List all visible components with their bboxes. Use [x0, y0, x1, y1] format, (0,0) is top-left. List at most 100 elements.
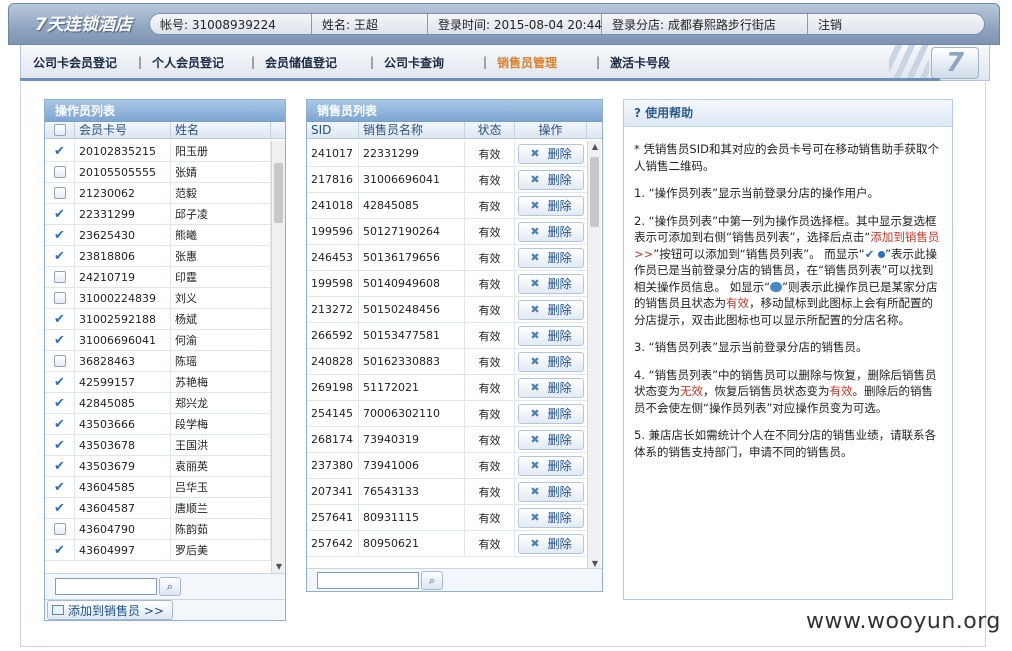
- sales-status: 有效: [465, 453, 515, 478]
- scroll-thumb[interactable]: [274, 163, 283, 223]
- sales-scrollbar[interactable]: ▲ ▼: [587, 141, 601, 570]
- operator-row[interactable]: ✔ 20102835215 阳玉册: [45, 141, 271, 162]
- delete-icon: ✖: [530, 485, 540, 498]
- operator-name: 刘义: [171, 288, 271, 308]
- scroll-up-icon[interactable]: ▲: [588, 141, 602, 153]
- operator-row[interactable]: ✔ 43503679 袁丽英: [45, 456, 271, 477]
- is-sales-check-icon: ✔: [45, 477, 75, 497]
- delete-button[interactable]: ✖ 删除: [518, 195, 584, 216]
- delete-button[interactable]: ✖ 删除: [518, 143, 584, 164]
- operator-name: 阳玉册: [171, 141, 271, 161]
- scroll-thumb[interactable]: [590, 157, 599, 227]
- delete-button[interactable]: ✖ 删除: [518, 299, 584, 320]
- operator-row[interactable]: ✔ 43503666 段学梅: [45, 414, 271, 435]
- logout-link[interactable]: 注销: [808, 14, 978, 34]
- operator-name: 苏艳梅: [171, 372, 271, 392]
- sales-search-button[interactable]: ⌕: [421, 571, 443, 590]
- operator-row[interactable]: 24210719 印霆: [45, 267, 271, 288]
- operator-row[interactable]: ✔ 42845085 郑兴龙: [45, 393, 271, 414]
- operator-name: 熊曦: [171, 225, 271, 245]
- sales-sid: 213272: [307, 297, 359, 322]
- operator-card-number: 21230062: [75, 183, 171, 203]
- operator-row[interactable]: 43604790 陈韵茹: [45, 519, 271, 540]
- nav-item-3[interactable]: 公司卡查询: [384, 54, 444, 71]
- sales-sid: 241018: [307, 193, 359, 218]
- sales-list-panel: 销售员列表 SID 销售员名称 状态 操作 241017 22331299 有效 ✖ 删…: [306, 99, 603, 592]
- delete-label: 删除: [547, 381, 572, 395]
- operator-card-number: 31000224839: [75, 288, 171, 308]
- operator-row[interactable]: 21230062 范毅: [45, 183, 271, 204]
- operator-select-checkbox[interactable]: [45, 267, 75, 287]
- operator-name: 郑兴龙: [171, 393, 271, 413]
- operator-select-checkbox[interactable]: [45, 288, 75, 308]
- nav-item-0[interactable]: 公司卡会员登记: [33, 54, 117, 71]
- operator-select-checkbox[interactable]: [45, 162, 75, 182]
- sales-name: 70006302110: [359, 401, 465, 426]
- operator-select-checkbox[interactable]: [45, 351, 75, 371]
- delete-button[interactable]: ✖ 删除: [518, 351, 584, 372]
- is-sales-check-icon: ✔: [45, 414, 75, 434]
- delete-button[interactable]: ✖ 删除: [518, 377, 584, 398]
- account-info: 帐号: 31008939224: [150, 14, 312, 34]
- operator-row[interactable]: ✔ 43503678 王国洪: [45, 435, 271, 456]
- nav-separator: |: [138, 55, 143, 69]
- sales-status: 有效: [465, 375, 515, 400]
- column-sid: SID: [307, 122, 359, 138]
- delete-button[interactable]: ✖ 删除: [518, 481, 584, 502]
- is-sales-check-icon: ✔: [45, 141, 75, 161]
- operator-scrollbar[interactable]: ▼: [271, 141, 285, 573]
- operator-name: 范毅: [171, 183, 271, 203]
- operator-row[interactable]: ✔ 23818806 张惠: [45, 246, 271, 267]
- sales-sid: 241017: [307, 141, 359, 166]
- brand-logo: 7天连锁酒店: [35, 15, 132, 35]
- delete-button[interactable]: ✖ 删除: [518, 507, 584, 528]
- delete-button[interactable]: ✖ 删除: [518, 455, 584, 476]
- operator-name: 袁丽英: [171, 456, 271, 476]
- select-all-checkbox[interactable]: [45, 122, 75, 138]
- is-sales-check-icon: ✔: [45, 393, 75, 413]
- sales-row: 254145 70006302110 有效 ✖ 删除: [307, 401, 587, 427]
- operator-search-button[interactable]: ⌕: [159, 577, 181, 596]
- nav-item-2[interactable]: 会员储值登记: [265, 54, 337, 71]
- sales-search-input[interactable]: [317, 572, 419, 589]
- delete-button[interactable]: ✖ 删除: [518, 247, 584, 268]
- operator-row[interactable]: ✔ 43604585 吕华玉: [45, 477, 271, 498]
- nav-separator: |: [251, 55, 256, 69]
- operator-row[interactable]: ✔ 43604997 罗后美: [45, 540, 271, 561]
- add-to-sales-button[interactable]: 添加到销售员 >>: [47, 600, 173, 620]
- delete-button[interactable]: ✖ 删除: [518, 273, 584, 294]
- operator-card-number: 43604790: [75, 519, 171, 539]
- operator-row[interactable]: ✔ 43604587 唐顺兰: [45, 498, 271, 519]
- delete-button[interactable]: ✖ 删除: [518, 403, 584, 424]
- sales-name: 42845085: [359, 193, 465, 218]
- operator-row[interactable]: ✔ 22331299 邱子凌: [45, 204, 271, 225]
- operator-row[interactable]: ✔ 31006696041 何渝: [45, 330, 271, 351]
- operator-row[interactable]: 20105505555 张婧: [45, 162, 271, 183]
- nav-item-5[interactable]: 激活卡号段: [610, 54, 670, 71]
- scroll-down-icon[interactable]: ▼: [272, 561, 285, 573]
- delete-button[interactable]: ✖ 删除: [518, 325, 584, 346]
- operator-row[interactable]: ✔ 42599157 苏艳梅: [45, 372, 271, 393]
- sales-row: 199598 50140949608 有效 ✖ 删除: [307, 271, 587, 297]
- operator-row[interactable]: 31000224839 刘义: [45, 288, 271, 309]
- operator-row[interactable]: 36828463 陈瑶: [45, 351, 271, 372]
- help-invalid-text: 无效: [680, 384, 703, 398]
- operator-select-checkbox[interactable]: [45, 183, 75, 203]
- delete-button[interactable]: ✖ 删除: [518, 169, 584, 190]
- operator-row[interactable]: ✔ 23625430 熊曦: [45, 225, 271, 246]
- sales-row: 269198 51172021 有效 ✖ 删除: [307, 375, 587, 401]
- operator-select-checkbox[interactable]: [45, 519, 75, 539]
- delete-button[interactable]: ✖ 删除: [518, 221, 584, 242]
- sales-sid: 269198: [307, 375, 359, 400]
- is-sales-check-icon: ✔: [45, 309, 75, 329]
- operator-search-input[interactable]: [55, 578, 157, 595]
- nav-item-1[interactable]: 个人会员登记: [152, 54, 224, 71]
- nav-item-4[interactable]: 销售员管理: [497, 54, 557, 71]
- operator-row[interactable]: ✔ 31002592188 杨斌: [45, 309, 271, 330]
- sales-operation-cell: ✖ 删除: [515, 271, 587, 296]
- delete-button[interactable]: ✖ 删除: [518, 533, 584, 554]
- sales-name: 50162330883: [359, 349, 465, 374]
- delete-button[interactable]: ✖ 删除: [518, 429, 584, 450]
- sales-operation-cell: ✖ 删除: [515, 167, 587, 192]
- operator-card-number: 43503666: [75, 414, 171, 434]
